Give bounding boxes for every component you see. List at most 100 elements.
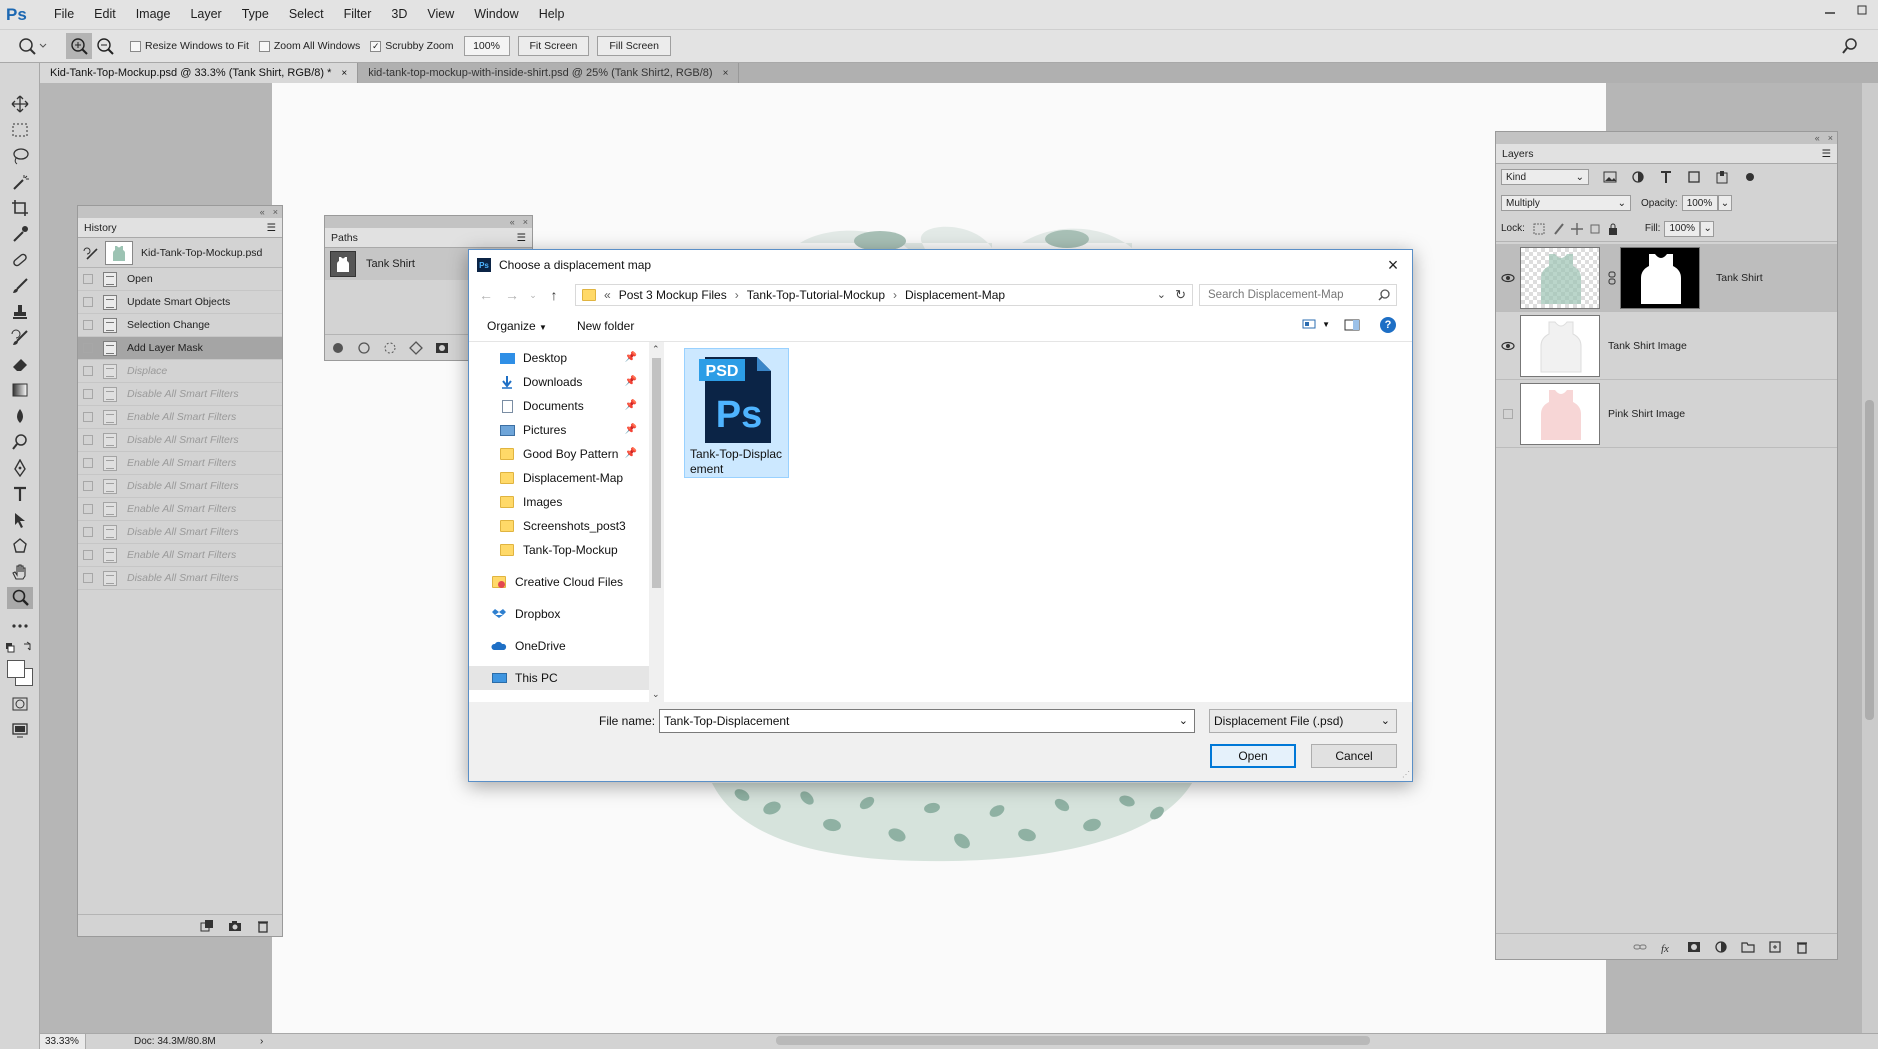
search-input[interactable]: Search Displacement-Map [1199,284,1397,306]
opacity-field[interactable]: 100% [1681,195,1718,211]
foreground-color[interactable] [7,660,25,678]
source-checkbox[interactable] [83,389,93,399]
blur-tool[interactable] [7,405,33,427]
source-checkbox[interactable] [83,274,93,284]
crop-tool[interactable] [7,197,33,219]
source-checkbox[interactable] [83,550,93,560]
close-icon[interactable]: × [523,217,528,227]
menu-help[interactable]: Help [529,0,575,29]
pin-icon[interactable]: 📌 [625,352,637,363]
tab-history[interactable]: History ☰ [78,218,282,238]
panel-menu-icon[interactable]: ☰ [517,232,526,244]
vertical-scroll-thumb[interactable] [1865,400,1874,720]
color-swatches[interactable] [5,658,35,688]
history-item[interactable]: Update Smart Objects [78,291,282,314]
close-icon[interactable]: × [273,207,278,217]
filename-input[interactable]: Tank-Top-Displacement ⌄ [659,709,1195,733]
breadcrumb-item[interactable]: Post 3 Mockup Files [619,288,727,302]
help-icon[interactable]: ? [1380,317,1396,333]
layer-row[interactable]: Tank Shirt Image [1496,312,1837,380]
fill-field[interactable]: 100% [1664,220,1701,237]
file-type-select[interactable]: Displacement File (.psd) ⌄ [1209,709,1397,733]
nav-item-good-boy-pattern[interactable]: Good Boy Pattern 📌 [469,442,649,466]
nav-item-documents[interactable]: Documents 📌 [469,394,649,418]
filter-toggle-icon[interactable] [1743,170,1757,184]
breadcrumb-item[interactable]: Displacement-Map [905,288,1005,302]
refresh-icon[interactable]: ↻ [1175,287,1186,303]
fill-screen-button[interactable]: Fill Screen [597,36,671,56]
preview-pane-button[interactable] [1344,319,1360,331]
type-tool[interactable] [7,483,33,505]
custom-shape-tool[interactable] [7,535,33,557]
blend-mode-select[interactable]: Multiply ⌄ [1501,195,1631,211]
tab-layers[interactable]: Layers ☰ [1496,144,1837,164]
lasso-tool[interactable] [7,145,33,167]
breadcrumb-item[interactable]: Tank-Top-Tutorial-Mockup [747,288,885,302]
zoom-out-button[interactable] [92,33,118,59]
brush-tool[interactable] [7,275,33,297]
nav-scroll-thumb[interactable] [652,358,661,588]
nav-item-dropbox[interactable]: Dropbox [469,602,649,626]
pin-icon[interactable]: 📌 [625,424,637,435]
zoom-readout[interactable]: 33.33% [40,1034,86,1049]
camera-icon[interactable] [228,919,242,933]
menu-file[interactable]: File [44,0,84,29]
source-checkbox[interactable] [83,412,93,422]
quick-mask-button[interactable] [7,693,33,715]
zoom-level-field[interactable]: 100% [463,36,510,56]
layer-row[interactable]: Tank Shirt [1496,244,1837,312]
more-tools[interactable] [7,615,33,637]
new-document-from-state-icon[interactable] [200,919,214,933]
new-layer-icon[interactable] [1768,940,1782,954]
history-item[interactable]: Disable All Smart Filters [78,383,282,406]
new-folder-button[interactable]: New folder [577,319,634,333]
up-button[interactable]: ↑ [541,287,567,303]
pixel-filter-icon[interactable] [1603,170,1617,184]
chevron-down-icon[interactable]: ⌄ [1157,288,1166,301]
minimize-button[interactable] [1814,0,1846,20]
zoom-in-button[interactable] [66,33,92,59]
history-item[interactable]: Disable All Smart Filters [78,475,282,498]
breadcrumb-overflow[interactable]: « [604,288,611,302]
recent-locations-button[interactable]: ⌄ [525,290,541,301]
pin-icon[interactable]: 📌 [625,448,637,459]
nav-item-this-pc[interactable]: This PC [469,666,649,690]
history-item[interactable]: Displace [78,360,282,383]
opacity-dropdown[interactable]: ⌄ [1717,195,1732,211]
visibility-toggle[interactable] [1496,273,1520,283]
trash-icon[interactable] [1795,940,1809,954]
scroll-down-icon[interactable]: ⌄ [652,689,660,700]
nav-item-pictures[interactable]: Pictures 📌 [469,418,649,442]
source-checkbox[interactable] [83,481,93,491]
path-selection-tool[interactable] [7,509,33,531]
collapse-icon[interactable]: « [1815,133,1820,143]
dialog-close-button[interactable]: × [1382,255,1404,275]
layer-row[interactable]: Pink Shirt Image [1496,380,1837,448]
menu-image[interactable]: Image [126,0,181,29]
view-options-button[interactable]: ▼ [1302,318,1330,330]
pin-icon[interactable]: 📌 [625,400,637,411]
link-layers-icon[interactable] [1633,940,1647,954]
horizontal-scroll-thumb[interactable] [776,1036,1370,1045]
history-item[interactable]: Enable All Smart Filters [78,544,282,567]
search-button[interactable] [1842,38,1858,54]
address-bar[interactable]: « Post 3 Mockup Files › Tank-Top-Tutoria… [575,284,1193,306]
group-folder-icon[interactable] [1741,940,1755,954]
source-checkbox[interactable] [83,366,93,376]
type-filter-icon[interactable] [1659,170,1673,184]
fx-icon[interactable]: fx [1660,940,1674,954]
add-mask-icon[interactable] [435,341,449,355]
open-button[interactable]: Open [1210,744,1296,768]
healing-brush-tool[interactable] [7,249,33,271]
eyedropper-tool[interactable] [7,223,33,245]
status-menu-arrow[interactable]: › [260,1036,263,1047]
tab-paths[interactable]: Paths ☰ [325,228,532,248]
stroke-path-icon[interactable] [357,341,371,355]
chevron-down-icon[interactable]: ⌄ [1179,714,1188,727]
fit-screen-button[interactable]: Fit Screen [517,36,590,56]
close-icon[interactable]: × [1828,133,1833,143]
panel-menu-icon[interactable]: ☰ [1822,148,1831,160]
history-item[interactable]: Enable All Smart Filters [78,498,282,521]
history-item[interactable]: Enable All Smart Filters [78,406,282,429]
tab-kid-tank-top-inside-shirt[interactable]: kid-tank-top-mockup-with-inside-shirt.ps… [358,63,740,83]
